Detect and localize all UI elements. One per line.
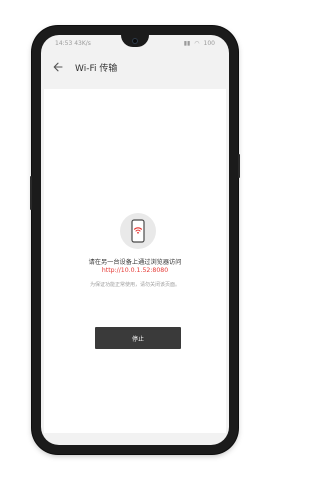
phone-frame: 14:53 43K/s ▮▮ ◠ 100 Wi-Fi 传输 请在另一台设备上通过… [30,26,240,454]
power-button [238,154,240,178]
status-bar: 14:53 43K/s ▮▮ ◠ 100 [55,38,215,48]
signal-icon: ▮▮ [183,39,191,47]
wifi-icon: ◠ [194,39,200,47]
server-url: http://10.0.1.52:8080 [101,267,169,274]
app-bar: Wi-Fi 传输 [41,50,229,84]
instruction-text: 请在另一台设备上通过浏览器访问 [88,259,182,266]
stop-button[interactable]: 停止 [95,327,181,349]
phone-screen: 14:53 43K/s ▮▮ ◠ 100 Wi-Fi 传输 请在另一台设备上通过… [41,35,229,445]
transfer-panel: 请在另一台设备上通过浏览器访问 http://10.0.1.52:8080 为保… [44,89,226,433]
battery-level: 100 [203,39,215,47]
volume-button [30,176,32,210]
arrow-left-icon[interactable] [47,56,69,78]
status-time: 14:53 43K/s [55,39,91,47]
page-title: Wi-Fi 传输 [75,63,118,74]
phone-wifi-icon [120,213,156,249]
hint-text: 为保证功能正常使用，请勿关闭该页面。 [89,282,180,288]
